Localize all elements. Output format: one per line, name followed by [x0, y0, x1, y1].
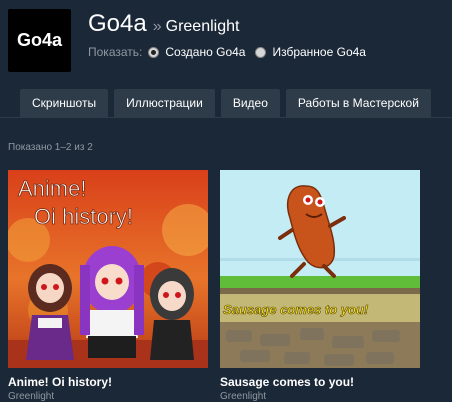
- tab-videos[interactable]: Видео: [220, 89, 280, 117]
- anime-artwork: Anime! Oi history!: [8, 170, 208, 368]
- group-name-link[interactable]: Go4a: [88, 10, 147, 37]
- item-title-link[interactable]: Anime! Oi history!: [8, 375, 208, 389]
- section-title: Greenlight: [165, 18, 240, 35]
- tabs-divider: [0, 117, 452, 118]
- filter-bar: Показать: Создано Go4a Избранное Go4a: [88, 45, 376, 59]
- character-middle: [80, 246, 144, 358]
- group-avatar[interactable]: Go4a: [8, 9, 71, 72]
- group-header: Go4a Go4a » Greenlight Показать: Создано G…: [0, 0, 452, 82]
- art-text-line-2: Oi history!: [34, 204, 133, 229]
- page-title: Go4a » Greenlight: [88, 10, 239, 38]
- filter-label: Показать:: [88, 45, 143, 59]
- item-type: Greenlight: [220, 391, 267, 402]
- filter-option-favorites[interactable]: Избранное Go4a: [272, 45, 366, 59]
- results-count: Показано 1–2 из 2: [8, 142, 93, 153]
- content-tabs: Скриншоты Иллюстрации Видео Работы в Мас…: [20, 89, 437, 117]
- item-card: Anime! Oi history! Anime! Oi history! Gr…: [8, 170, 208, 402]
- tab-workshop[interactable]: Работы в Мастерской: [285, 89, 431, 117]
- filter-radio-created[interactable]: [148, 46, 160, 58]
- item-title-link[interactable]: Sausage comes to you!: [220, 375, 420, 389]
- filter-option-created[interactable]: Создано Go4a: [165, 45, 245, 59]
- tab-artwork[interactable]: Иллюстрации: [114, 89, 215, 117]
- item-type: Greenlight: [8, 391, 55, 402]
- sausage-artwork: Sausage comes to you!: [220, 170, 420, 368]
- art-text-line-1: Anime!: [18, 176, 86, 201]
- item-thumbnail[interactable]: Anime! Oi history!: [8, 170, 208, 368]
- item-card: Sausage comes to you! Sausage comes to y…: [220, 170, 420, 402]
- filter-radio-favorites[interactable]: [255, 46, 267, 58]
- item-thumbnail[interactable]: Sausage comes to you!: [220, 170, 420, 368]
- breadcrumb-separator: »: [152, 18, 162, 35]
- tab-screenshots[interactable]: Скриншоты: [20, 89, 109, 117]
- avatar-text: Go4a: [16, 30, 63, 50]
- art-banner-text: Sausage comes to you!: [223, 302, 369, 317]
